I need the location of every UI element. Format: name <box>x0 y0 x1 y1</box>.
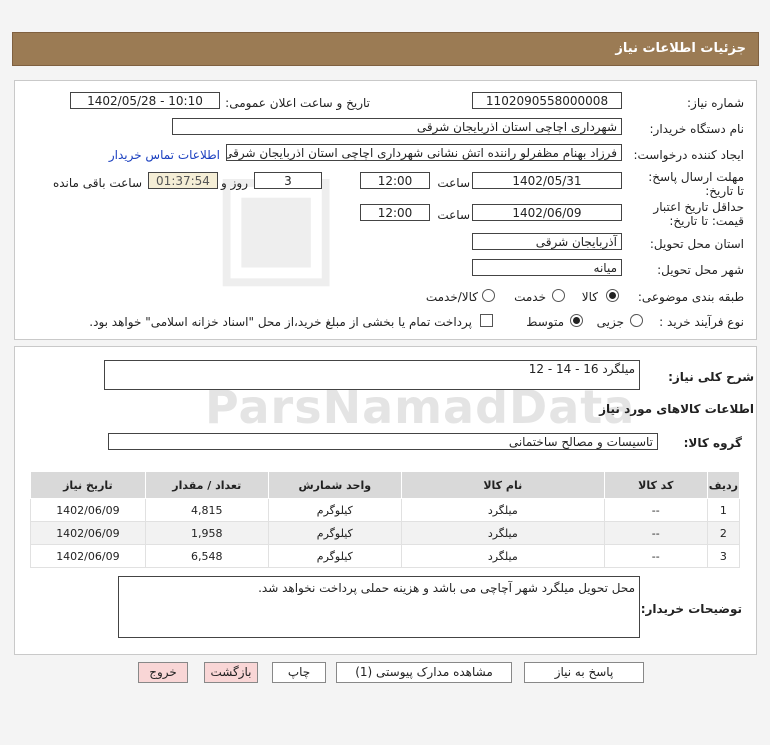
goods-info-title: اطلاعات کالاهای مورد نیاز <box>599 402 754 416</box>
deadline-label: مهلت ارسال پاسخ: تا تاریخ: <box>648 170 744 198</box>
remaining-time-field: 01:37:54 <box>148 172 218 189</box>
cell-name: میلگرد <box>400 498 605 522</box>
col-code-header: کد کالا <box>603 471 708 499</box>
goods-table-header: ردیف کد کالا نام کالا واحد شمارش تعداد /… <box>30 471 741 499</box>
goods-group-label: گروه کالا: <box>683 436 742 450</box>
validity-label: حداقل تاریخ اعتبار قیمت: تا تاریخ: <box>653 200 744 228</box>
cell-code: -- <box>603 498 708 522</box>
cell-date: 1402/06/09 <box>30 498 146 522</box>
buyer-org-label: نام دستگاه خریدار: <box>649 122 745 136</box>
view-attachments-button[interactable]: مشاهده مدارک پیوستی (1) <box>336 662 512 683</box>
purchase-medium-label: متوسط <box>526 315 564 329</box>
page-title: جزئیات اطلاعات نیاز <box>615 41 746 56</box>
cell-date: 1402/06/09 <box>30 544 146 568</box>
cell-code: -- <box>603 521 708 545</box>
cell-row: 1 <box>706 498 741 522</box>
cell-row: 3 <box>706 544 741 568</box>
category-goods-service-radio[interactable] <box>482 289 495 302</box>
cell-row: 2 <box>706 521 741 545</box>
summary-label: شرح کلی نیاز: <box>668 370 754 384</box>
validity-date-field: 1402/06/09 <box>472 204 622 221</box>
province-label: استان محل تحویل: <box>649 237 744 251</box>
category-goods-label: کالا <box>581 290 598 304</box>
validity-hour-label: ساعت <box>437 208 470 222</box>
purchase-minor-label: جزیی <box>596 315 624 329</box>
print-button[interactable]: چاپ <box>272 662 326 683</box>
exit-button[interactable]: خروج <box>138 662 188 683</box>
category-goods-service-label: کالا/خدمت <box>425 290 478 304</box>
purchase-minor-radio[interactable] <box>630 314 643 327</box>
cell-qty: 6,548 <box>144 544 269 568</box>
creator-field: فرزاد بهنام مظفرلو راننده اتش نشانی شهرد… <box>226 144 622 161</box>
buyer-notes-field: محل تحویل میلگرد شهر آچاچی می باشد و هزی… <box>118 576 640 638</box>
need-number-label: شماره نیاز: <box>687 96 744 110</box>
cell-qty: 4,815 <box>144 498 269 522</box>
cell-name: میلگرد <box>400 544 605 568</box>
category-service-radio[interactable] <box>552 289 565 302</box>
col-unit-header: واحد شمارش <box>267 471 402 499</box>
city-field: میانه <box>472 259 622 276</box>
table-row: 2 -- میلگرد کیلوگرم 1,958 1402/06/09 <box>30 521 741 545</box>
purchase-type-label: نوع فرآیند خرید : <box>659 315 744 329</box>
city-label: شهر محل تحویل: <box>657 263 744 277</box>
category-service-label: خدمت <box>514 290 546 304</box>
need-number-field: 1102090558000008 <box>472 92 622 109</box>
table-row: 1 -- میلگرد کیلوگرم 4,815 1402/06/09 <box>30 498 741 522</box>
col-qty-header: تعداد / مقدار <box>144 471 269 499</box>
remaining-label: ساعت باقی مانده <box>52 176 142 190</box>
page-header: جزئیات اطلاعات نیاز <box>12 32 759 66</box>
treasury-payment-checkbox[interactable] <box>480 314 493 327</box>
deadline-hour-label: ساعت <box>437 176 470 190</box>
announce-label: تاریخ و ساعت اعلان عمومی: <box>225 96 370 110</box>
cell-name: میلگرد <box>400 521 605 545</box>
buyer-org-field: شهرداری اچاچی استان اذربایجان شرقی <box>172 118 622 135</box>
deadline-time-field: 12:00 <box>360 172 430 189</box>
cell-unit: کیلوگرم <box>267 498 402 522</box>
contact-buyer-link[interactable]: اطلاعات تماس خریدار <box>109 148 220 162</box>
buyer-notes-label: توضیحات خریدار: <box>640 602 742 616</box>
cell-code: -- <box>603 544 708 568</box>
goods-group-field: تاسیسات و مصالح ساختمانی <box>108 433 658 450</box>
goods-table: ردیف کد کالا نام کالا واحد شمارش تعداد /… <box>30 471 741 568</box>
purchase-medium-radio[interactable] <box>570 314 583 327</box>
cell-date: 1402/06/09 <box>30 521 146 545</box>
col-name-header: نام کالا <box>400 471 605 499</box>
col-row-header: ردیف <box>706 471 741 499</box>
col-date-header: تاریخ نیاز <box>30 471 146 499</box>
validity-time-field: 12:00 <box>360 204 430 221</box>
table-row: 3 -- میلگرد کیلوگرم 6,548 1402/06/09 <box>30 544 741 568</box>
deadline-date-field: 1402/05/31 <box>472 172 622 189</box>
days-field: 3 <box>254 172 322 189</box>
creator-label: ایجاد کننده درخواست: <box>633 148 744 162</box>
days-label: روز و <box>221 176 248 190</box>
category-label: طبقه بندی موضوعی: <box>637 290 744 304</box>
cell-qty: 1,958 <box>144 521 269 545</box>
province-field: آذربایجان شرقی <box>472 233 622 250</box>
reply-button[interactable]: پاسخ به نیاز <box>524 662 644 683</box>
cell-unit: کیلوگرم <box>267 521 402 545</box>
cell-unit: کیلوگرم <box>267 544 402 568</box>
back-button[interactable]: بازگشت <box>204 662 258 683</box>
announce-field: 1402/05/28 - 10:10 <box>70 92 220 109</box>
treasury-payment-note: پرداخت تمام یا بخشی از مبلغ خرید،از محل … <box>89 315 472 329</box>
summary-field: میلگرد 16 - 14 - 12 <box>104 360 640 390</box>
category-goods-radio[interactable] <box>606 289 619 302</box>
